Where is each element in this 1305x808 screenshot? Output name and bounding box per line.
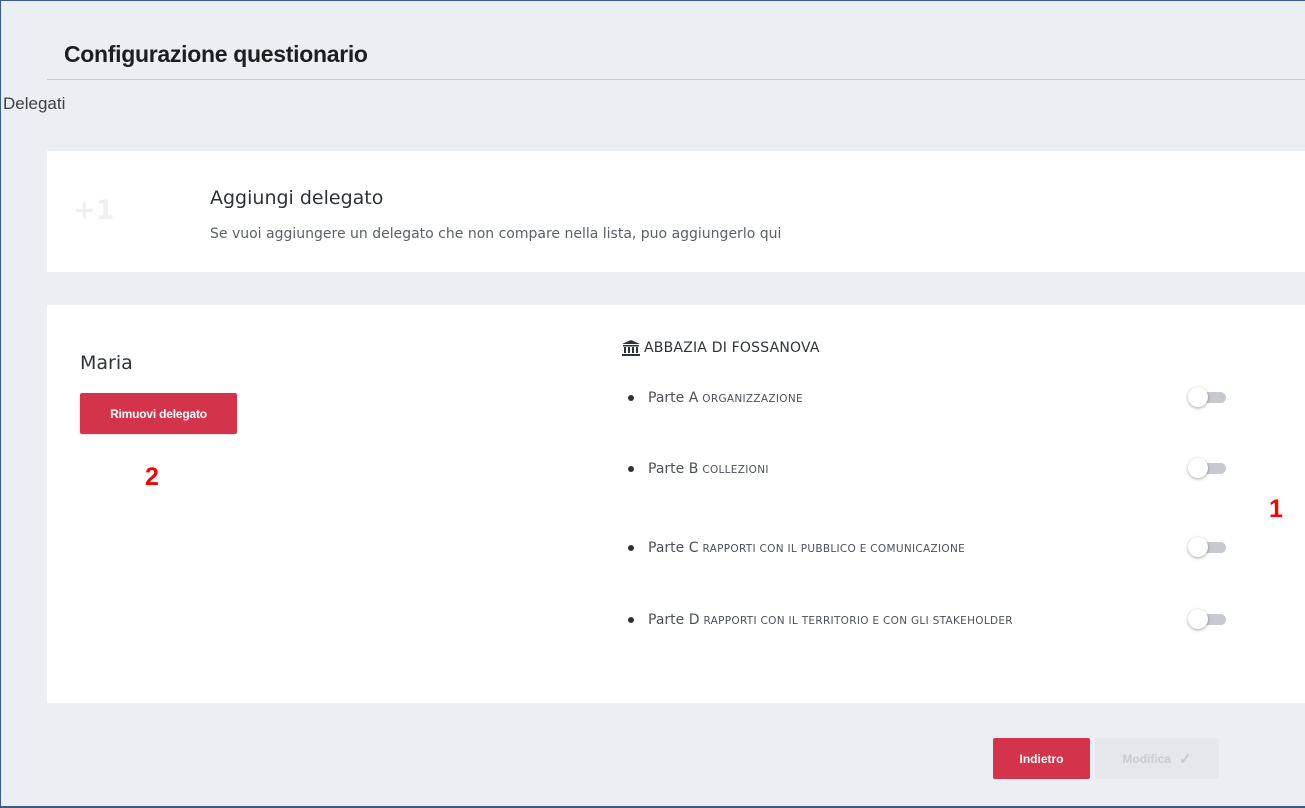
part-label: Parte Bcollezioni — [648, 461, 769, 477]
museum-icon — [622, 340, 640, 356]
add-delegate-description: Se vuoi aggiungere un delegato che non c… — [210, 226, 782, 242]
part-name: collezioni — [702, 464, 769, 476]
part-b-toggle[interactable] — [1188, 457, 1228, 479]
part-prefix: Parte A — [648, 390, 699, 406]
museum-name: ABBAZIA DI FOSSANOVA — [644, 340, 820, 356]
modify-label: Modifica — [1122, 751, 1172, 766]
bullet — [628, 395, 634, 401]
check-icon: ✓ — [1179, 750, 1192, 768]
callout-marker-2: 2 — [145, 463, 159, 491]
toggle-knob — [1188, 537, 1208, 557]
museum-header: ABBAZIA DI FOSSANOVA — [622, 340, 820, 356]
delegate-name: Maria — [80, 352, 133, 374]
part-prefix: Parte C — [648, 540, 699, 556]
add-delegate-card[interactable] — [47, 151, 1305, 272]
part-label: Parte Drapporti con il territorio e con … — [648, 612, 1013, 628]
part-name: rapporti con il pubblico e comunicazione — [702, 543, 966, 555]
toggle-knob — [1188, 458, 1208, 478]
modify-button: Modifica ✓ — [1095, 738, 1219, 779]
title-divider — [47, 79, 1305, 80]
list-item: Parte Crapporti con il pubblico e comuni… — [626, 536, 1236, 560]
bullet — [628, 466, 634, 472]
part-prefix: Parte B — [648, 461, 699, 477]
section-label: Delegati — [3, 94, 66, 113]
part-name: rapporti con il territorio e con gli sta… — [703, 615, 1013, 627]
part-label: Parte Aorganizzazione — [648, 390, 803, 406]
part-c-toggle[interactable] — [1188, 536, 1228, 558]
delegate-card — [47, 305, 1305, 703]
bullet — [628, 617, 634, 623]
remove-delegate-button[interactable]: Rimuovi delegato — [80, 393, 237, 434]
back-button[interactable]: Indietro — [993, 738, 1090, 779]
toggle-knob — [1188, 609, 1208, 629]
callout-marker-1: 1 — [1269, 495, 1283, 523]
part-a-toggle[interactable] — [1188, 386, 1228, 408]
part-name: organizzazione — [702, 393, 803, 405]
add-delegate-title[interactable]: Aggiungi delegato — [210, 187, 383, 209]
list-item: Parte Bcollezioni — [626, 457, 1236, 481]
toggle-knob — [1188, 387, 1208, 407]
bullet — [628, 545, 634, 551]
list-item: Parte Aorganizzazione — [626, 386, 1236, 410]
part-label: Parte Crapporti con il pubblico e comuni… — [648, 540, 965, 556]
page-title: Configurazione questionario — [64, 41, 368, 67]
part-d-toggle[interactable] — [1188, 608, 1228, 630]
add-delegate-badge: +1 — [73, 195, 115, 226]
part-prefix: Parte D — [648, 612, 700, 628]
list-item: Parte Drapporti con il territorio e con … — [626, 608, 1236, 632]
